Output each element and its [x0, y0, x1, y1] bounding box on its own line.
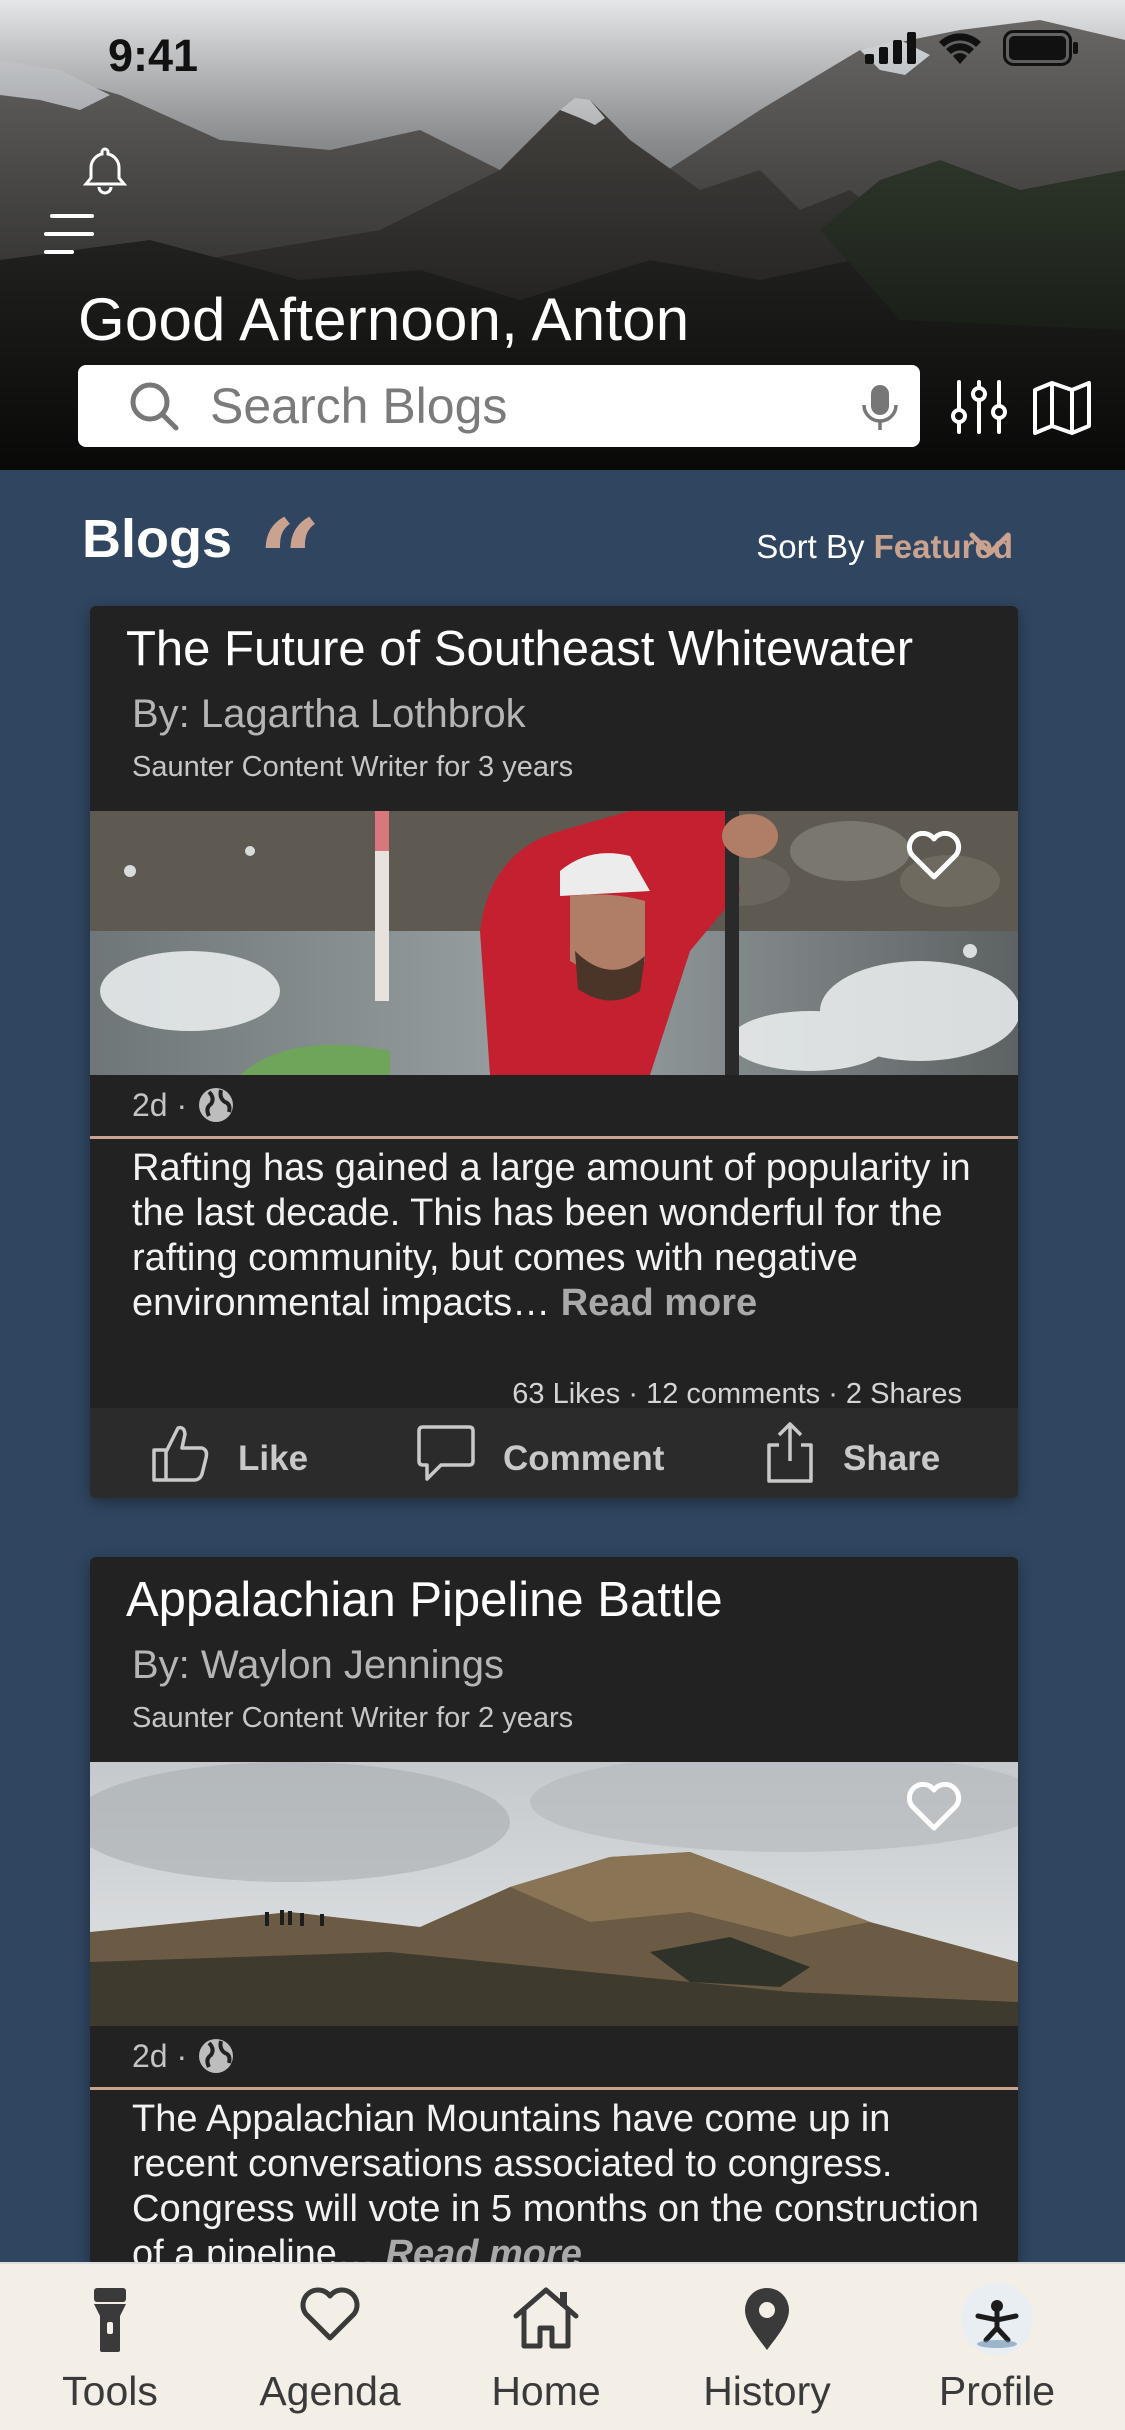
comment-bubble-icon	[417, 1425, 475, 1481]
thumbs-up-icon	[152, 1425, 209, 1482]
tab-label: Agenda	[259, 2368, 401, 2414]
like-label: Like	[238, 1439, 309, 1478]
search-icon	[130, 382, 179, 431]
author-role: Saunter Content Writer for 3 years	[132, 751, 574, 783]
post-meta: 2d ·	[132, 2037, 235, 2075]
post-meta: 2d ·	[132, 1086, 235, 1124]
post-age: 2d ·	[132, 1086, 188, 1123]
bottom-tab-bar: Tools Agenda Home History Profile	[0, 2262, 1125, 2430]
card-actions: Like Comment Share	[90, 1408, 1018, 1498]
author-role: Saunter Content Writer for 2 years	[132, 1702, 574, 1734]
blog-author[interactable]: By: Lagartha Lothbrok	[132, 692, 526, 737]
tab-profile[interactable]: Profile	[887, 2264, 1107, 2430]
globe-icon	[199, 2039, 234, 2073]
share-label: Share	[843, 1439, 941, 1478]
map-icon[interactable]	[1032, 380, 1092, 441]
hamburger-menu-icon[interactable]	[44, 212, 96, 261]
like-button[interactable]: Like	[150, 1408, 308, 1498]
read-more-link[interactable]: Read more	[561, 1282, 757, 1324]
cellular-signal-icon	[865, 32, 916, 64]
search-input[interactable]	[210, 377, 810, 435]
home-icon	[513, 2287, 579, 2349]
share-button[interactable]: Share	[763, 1408, 940, 1498]
favorite-heart-icon[interactable]	[906, 1782, 962, 1832]
status-bar-icons	[865, 30, 1079, 66]
blog-title[interactable]: The Future of Southeast Whitewater	[126, 621, 913, 677]
greeting-text: Good Afternoon, Anton	[78, 286, 690, 353]
tab-label: Tools	[62, 2368, 158, 2414]
comment-button[interactable]: Comment	[415, 1408, 664, 1498]
blog-card[interactable]: The Future of Southeast Whitewater By: L…	[90, 606, 1018, 1498]
globe-icon	[199, 1088, 234, 1122]
avatar	[961, 2283, 1033, 2355]
blog-title[interactable]: Appalachian Pipeline Battle	[126, 1572, 723, 1628]
notifications-bell-icon[interactable]	[80, 145, 130, 200]
favorite-heart-icon[interactable]	[906, 831, 962, 881]
tab-tools[interactable]: Tools	[0, 2264, 220, 2430]
blog-author[interactable]: By: Waylon Jennings	[132, 1643, 504, 1688]
blog-image[interactable]	[90, 1762, 1018, 2026]
tab-history[interactable]: History	[657, 2264, 877, 2430]
tab-label: History	[703, 2368, 831, 2414]
blog-image[interactable]	[90, 811, 1018, 1075]
blog-excerpt: The Appalachian Mountains have come up i…	[132, 2097, 992, 2277]
tab-label: Home	[491, 2368, 601, 2414]
location-pin-icon	[745, 2288, 789, 2350]
chevron-down-icon[interactable]	[968, 529, 1012, 559]
flashlight-icon	[94, 2288, 126, 2352]
wifi-icon	[939, 33, 981, 64]
post-age: 2d ·	[132, 2037, 188, 2074]
heart-icon	[300, 2287, 360, 2341]
status-bar-time: 9:41	[108, 30, 199, 81]
tab-home[interactable]: Home	[436, 2264, 656, 2430]
card-divider	[90, 1136, 1018, 1139]
blog-excerpt: Rafting has gained a large amount of pop…	[132, 1146, 992, 1326]
section-title: Blogs	[82, 509, 233, 569]
excerpt-text: Rafting has gained a large amount of pop…	[132, 1147, 971, 1324]
microphone-icon[interactable]	[860, 383, 900, 433]
filter-sliders-icon[interactable]	[950, 378, 1008, 441]
card-divider	[90, 2087, 1018, 2090]
engagement-stats: 63 Likes · 12 comments · 2 Shares	[512, 1378, 962, 1410]
comment-label: Comment	[503, 1439, 665, 1478]
share-icon	[767, 1422, 813, 1483]
blog-card[interactable]: Appalachian Pipeline Battle By: Waylon J…	[90, 1557, 1018, 2317]
quote-icon: “	[258, 495, 322, 624]
search-bar[interactable]	[78, 365, 920, 447]
header-banner: 9:41 Good Afternoon, Anton Search Blogs	[0, 0, 1125, 470]
tab-label: Profile	[938, 2368, 1056, 2414]
tab-agenda[interactable]: Agenda	[220, 2264, 440, 2430]
sort-label: Sort By	[756, 528, 865, 565]
battery-icon	[1003, 30, 1078, 66]
